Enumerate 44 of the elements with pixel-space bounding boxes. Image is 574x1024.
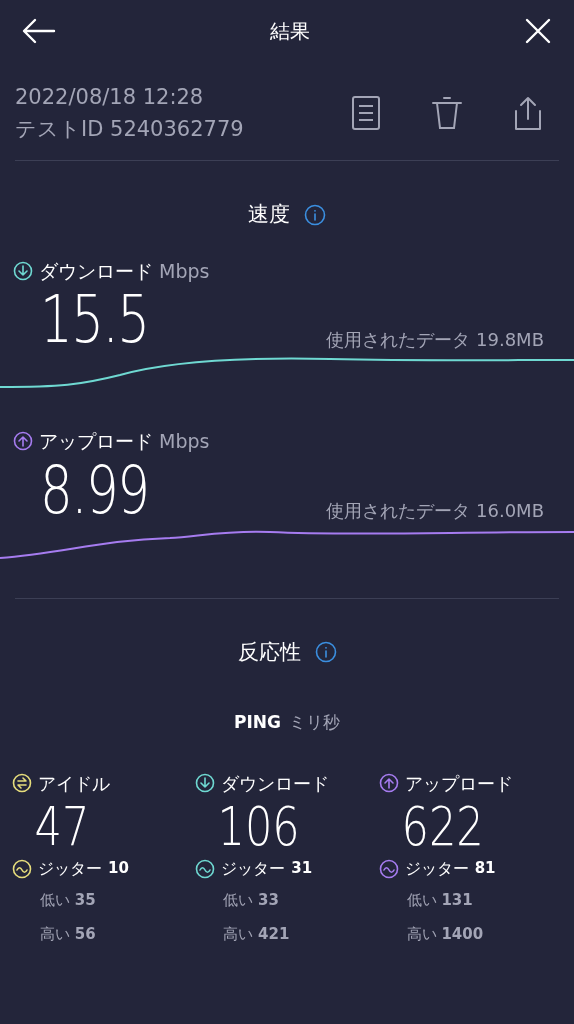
data-used: 使用されたデータ 19.8MB	[326, 328, 544, 352]
speed-value: 8.99	[40, 455, 149, 526]
info-icon[interactable]	[314, 641, 337, 664]
ping-value: 622	[400, 796, 484, 857]
metric-label: アップロード	[39, 429, 153, 454]
unit-label: Mbps	[159, 429, 210, 454]
high-value: 高い 421	[222, 924, 291, 945]
section-title: 反応性	[237, 638, 301, 666]
share-icon[interactable]	[513, 95, 543, 131]
test-id: テストID 5240362779	[15, 116, 244, 143]
high-value: 高い 1400	[405, 924, 485, 945]
ping-unit: ミリ秒	[289, 711, 340, 734]
document-icon[interactable]	[351, 95, 381, 131]
swap-arrows-icon	[12, 773, 32, 793]
ping-value: 47	[33, 796, 90, 857]
back-arrow-icon	[22, 18, 56, 44]
jitter-value: 10	[108, 858, 129, 880]
ping-phase-label: ダウンロード	[221, 771, 330, 796]
ping-phase-label: アップロード	[404, 771, 513, 796]
low-value: 低い 131	[405, 889, 474, 911]
wave-icon	[12, 858, 32, 879]
data-used: 使用されたデータ 16.0MB	[326, 498, 544, 523]
ping-label: PING	[234, 711, 281, 734]
trash-icon[interactable]	[431, 95, 463, 131]
wave-icon	[195, 858, 216, 879]
jitter-value: 31	[291, 858, 313, 880]
section-title: 速度	[248, 201, 290, 228]
jitter-label: ジッター	[404, 857, 469, 880]
low-value: 低い 33	[222, 889, 280, 911]
jitter-label: ジッター	[38, 857, 102, 880]
ping-phase-label: アイドル	[38, 771, 110, 796]
ping-value: 106	[216, 796, 301, 857]
jitter-label: ジッター	[221, 857, 286, 880]
jitter-value: 81	[474, 858, 496, 880]
wave-icon	[378, 858, 399, 879]
unit-label: Mbps	[159, 258, 210, 284]
test-datetime: 2022/08/18 12:28	[15, 84, 205, 111]
low-value: 低い 35	[39, 889, 97, 911]
metric-label: ダウンロード	[39, 258, 153, 284]
close-icon	[524, 17, 552, 45]
high-value: 高い 56	[39, 924, 97, 945]
speed-value: 15.5	[40, 285, 149, 355]
info-icon[interactable]	[304, 203, 326, 226]
window-title: 結果	[270, 18, 310, 45]
